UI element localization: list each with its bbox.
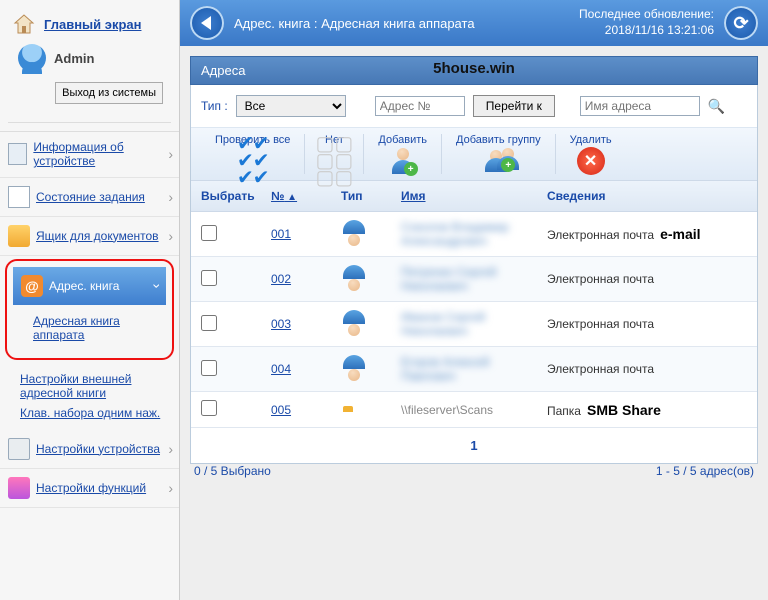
go-button[interactable]: Перейти к <box>473 95 555 117</box>
check-all-button[interactable]: Проверить все ✔✔✔✔✔✔ <box>201 134 305 174</box>
col-select: Выбрать <box>201 189 271 203</box>
last-update: Последнее обновление: 2018/11/16 13:21:0… <box>579 7 714 38</box>
row-checkbox[interactable] <box>201 360 217 376</box>
device-settings-icon <box>8 438 30 460</box>
row-details: Электронная почта <box>547 228 654 242</box>
row-checkbox[interactable] <box>201 225 217 241</box>
add-group-button[interactable]: Добавить группу + <box>442 134 556 174</box>
page-number[interactable]: 1 <box>470 438 477 453</box>
table-row: 003 Иванов Сергей Николаевич Электронная п… <box>191 302 757 347</box>
top-bar: Адрес. книга : Адресная книга аппарата П… <box>180 0 768 46</box>
nav-address-book[interactable]: @Адрес. книга › <box>13 267 166 305</box>
chevron-right-icon: › <box>168 480 173 496</box>
pager: 1 <box>191 428 757 463</box>
col-type: Тип <box>341 189 401 203</box>
job-status-icon <box>8 186 30 208</box>
col-details: Сведения <box>547 189 747 203</box>
home-icon <box>12 12 36 36</box>
row-no-link[interactable]: 001 <box>271 227 291 241</box>
row-no-link[interactable]: 003 <box>271 317 291 331</box>
logout-button[interactable]: Выход из системы <box>55 82 163 104</box>
row-no-link[interactable]: 005 <box>271 403 291 417</box>
check-none-icon: ▢▢▢▢▢▢ <box>319 148 349 174</box>
type-label: Тип : <box>201 99 228 113</box>
nav-job-status[interactable]: Состояние задания › <box>0 178 179 217</box>
row-details: Электронная почта <box>547 317 654 331</box>
add-button[interactable]: Добавить + <box>364 134 442 174</box>
sub-one-touch-keys[interactable]: Клав. набора одним наж. <box>20 403 171 423</box>
nav-device-settings[interactable]: Настройки устройства › <box>0 430 179 469</box>
sub-machine-address-book[interactable]: Адресная книга аппарата <box>33 311 158 346</box>
table-row: 001 Соколов Владимир Александрович Электро… <box>191 212 757 257</box>
row-annotation: e-mail <box>660 226 700 242</box>
row-no-link[interactable]: 002 <box>271 272 291 286</box>
username-label: Admin <box>54 51 94 66</box>
table-row: 002 Петренко Сергей Николаевич Электронная… <box>191 257 757 302</box>
action-toolbar: Проверить все ✔✔✔✔✔✔ Нет ▢▢▢▢▢▢ Добавить… <box>191 128 757 181</box>
row-checkbox[interactable] <box>201 315 217 331</box>
delete-icon: ✕ <box>576 148 606 174</box>
row-no-link[interactable]: 004 <box>271 362 291 376</box>
chevron-right-icon: › <box>168 441 173 457</box>
row-details: Электронная почта <box>547 362 654 376</box>
address-name-input[interactable] <box>580 96 700 116</box>
refresh-button[interactable]: ⟳ <box>724 6 758 40</box>
nav-device-info[interactable]: Информация об устройстве › <box>0 132 179 178</box>
type-select[interactable]: Все <box>236 95 346 117</box>
table-row: 004 Егоров Алексей Павлович Электронная по… <box>191 347 757 392</box>
col-name-sort[interactable]: Имя <box>401 189 426 203</box>
delete-button[interactable]: Удалить ✕ <box>556 134 626 174</box>
row-details: Электронная почта <box>547 272 654 286</box>
address-book-icon: @ <box>21 275 43 297</box>
user-avatar-icon <box>18 44 46 72</box>
check-none-button[interactable]: Нет ▢▢▢▢▢▢ <box>305 134 364 174</box>
breadcrumb: Адрес. книга : Адресная книга аппарата <box>234 16 569 31</box>
search-icon[interactable]: 🔍 <box>708 98 725 115</box>
check-all-icon: ✔✔✔✔✔✔ <box>238 148 268 174</box>
chevron-right-icon: › <box>168 146 173 162</box>
add-group-icon: + <box>483 148 513 174</box>
row-checkbox[interactable] <box>201 270 217 286</box>
add-person-icon: + <box>388 148 418 174</box>
chevron-down-icon: › <box>150 283 166 288</box>
main-content: Адрес. книга : Адресная книга аппарата П… <box>180 0 768 600</box>
nav-function-settings[interactable]: Настройки функций › <box>0 469 179 508</box>
sub-external-address-book[interactable]: Настройки внешней адресной книги <box>20 369 171 404</box>
table-row: 005 \\fileserver\Scans Папка SMB Share <box>191 392 757 428</box>
table-header: Выбрать № Тип Имя Сведения <box>191 181 757 212</box>
chevron-right-icon: › <box>168 228 173 244</box>
row-checkbox[interactable] <box>201 400 217 416</box>
row-name: Петренко Сергей Николаевич <box>401 265 496 293</box>
row-details: Папка <box>547 404 581 418</box>
selected-count: 0 / 5 Выбрано <box>194 464 271 478</box>
device-info-icon <box>8 143 27 165</box>
function-settings-icon <box>8 477 30 499</box>
row-name: \\fileserver\Scans <box>401 403 493 417</box>
row-name: Иванов Сергей Николаевич <box>401 310 485 338</box>
address-count: 1 - 5 / 5 адрес(ов) <box>656 464 754 478</box>
chevron-right-icon: › <box>168 189 173 205</box>
col-no-sort[interactable]: № <box>271 189 297 203</box>
nav-document-box[interactable]: Ящик для документов › <box>0 217 179 256</box>
row-name: Егоров Алексей Павлович <box>401 355 489 383</box>
active-section-highlight: @Адрес. книга › Адресная книга аппарата <box>5 259 174 360</box>
home-link[interactable]: Главный экран <box>44 17 141 32</box>
sidebar: Главный экран Admin Выход из системы Инф… <box>0 0 180 600</box>
row-name: Соколов Владимир Александрович <box>401 220 509 248</box>
watermark-text: 5house.win <box>433 60 515 77</box>
back-button[interactable] <box>190 6 224 40</box>
document-box-icon <box>8 225 30 247</box>
filter-bar: Тип : Все Перейти к 🔍 <box>191 85 757 128</box>
address-no-input[interactable] <box>375 96 465 116</box>
row-annotation: SMB Share <box>587 402 661 418</box>
